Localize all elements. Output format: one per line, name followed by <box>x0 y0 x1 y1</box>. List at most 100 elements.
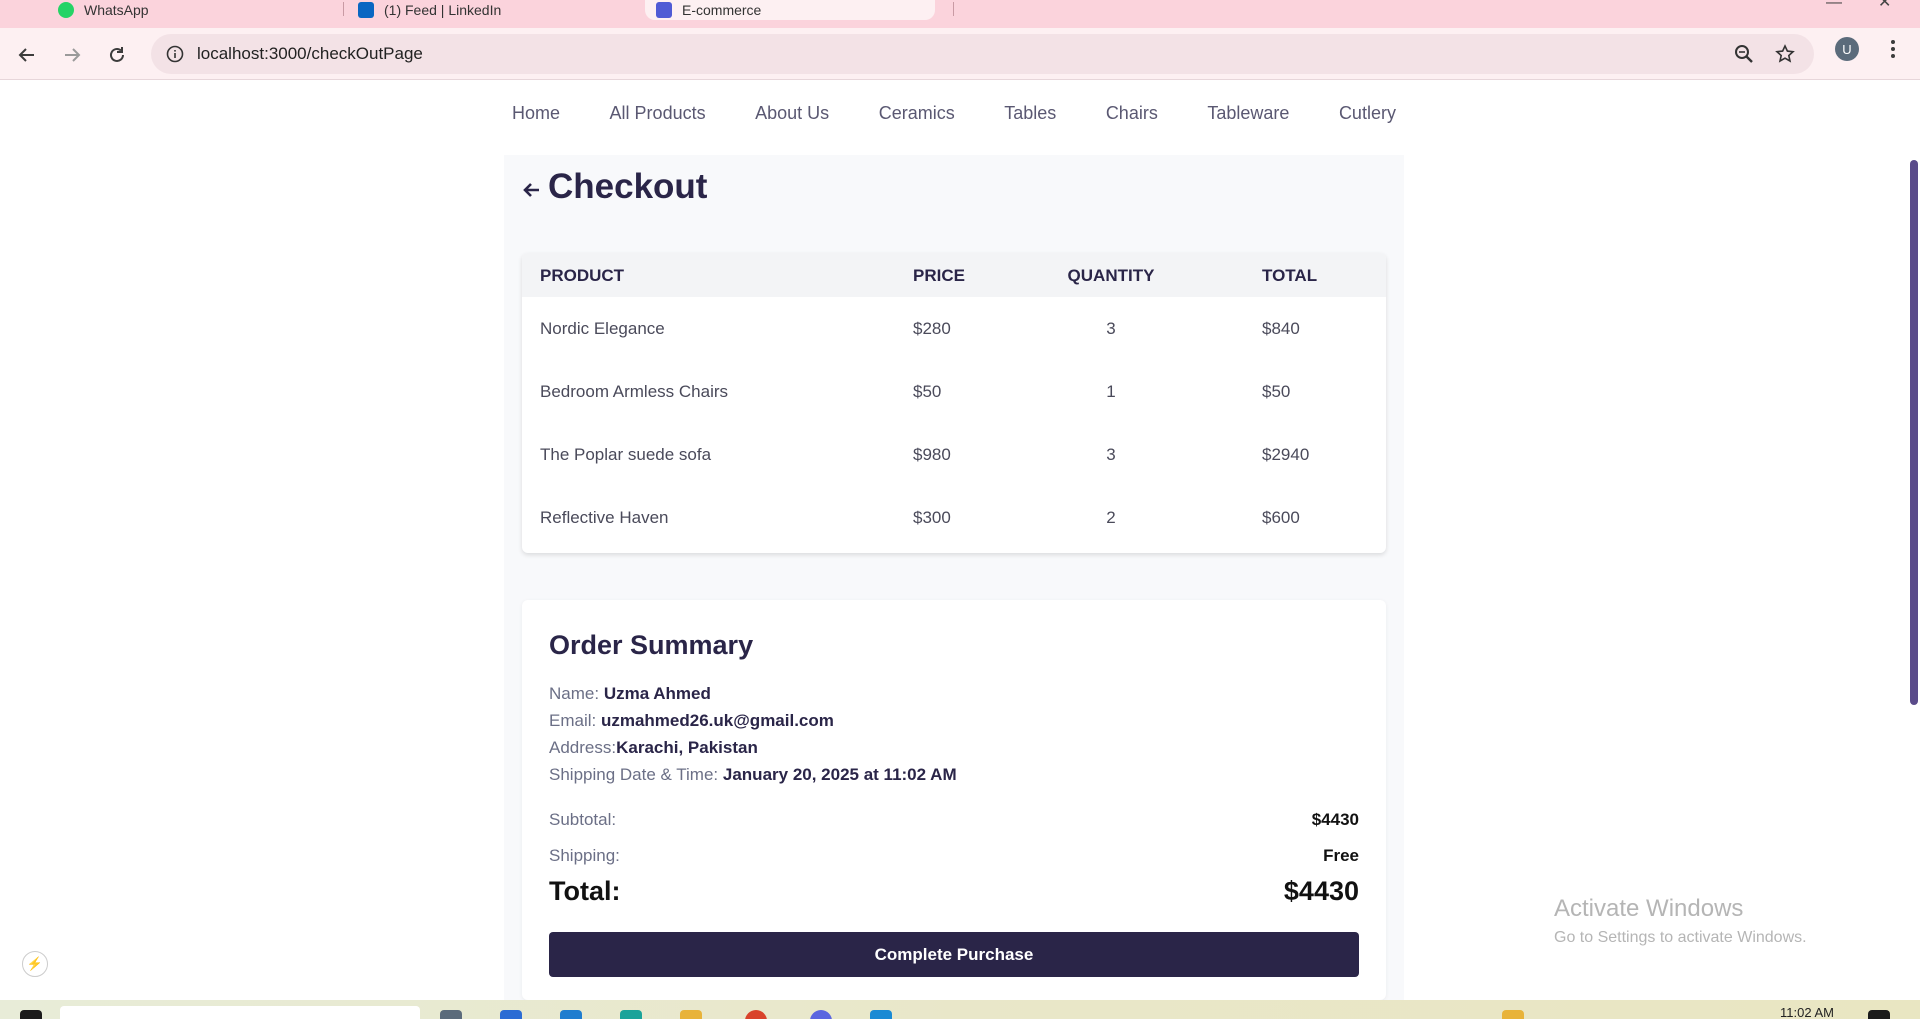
product-total: $50 <box>1262 382 1291 401</box>
taskbar-search-box[interactable] <box>60 1006 420 1019</box>
nav-tables[interactable]: Tables <box>1004 103 1056 124</box>
product-price: $280 <box>913 319 951 338</box>
tab-whatsapp[interactable]: WhatsApp <box>58 0 328 20</box>
product-total: $2940 <box>1262 445 1310 464</box>
watermark-subtitle: Go to Settings to activate Windows. <box>1554 929 1807 946</box>
shipping-label: Shipping: <box>549 846 620 865</box>
name-label: Name: <box>549 684 600 703</box>
shipping-date-time: Shipping Date & Time: January 20, 2025 a… <box>549 765 957 785</box>
product-price: $300 <box>913 508 951 527</box>
column-header-product: PRODUCT <box>540 266 625 285</box>
tab-label: E-commerce <box>682 2 762 18</box>
windows-start-icon[interactable] <box>20 1010 42 1019</box>
product-name: Nordic Elegance <box>540 319 665 338</box>
customer-address: Address:Karachi, Pakistan <box>549 738 758 758</box>
product-name: Bedroom Armless Chairs <box>540 382 729 401</box>
total-row: Total: $4430 <box>549 876 1359 907</box>
product-total: $840 <box>1262 319 1300 338</box>
product-price: $50 <box>913 382 942 401</box>
total-value: $4430 <box>1283 876 1359 906</box>
close-window-icon[interactable]: ✕ <box>1878 0 1891 11</box>
url-text[interactable]: localhost:3000/checkOutPage <box>197 44 423 64</box>
site-navigation: Home All Products About Us Ceramics Tabl… <box>512 103 1396 124</box>
complete-purchase-button[interactable]: Complete Purchase <box>549 932 1359 977</box>
tab-separator <box>343 2 344 16</box>
vscode-icon[interactable] <box>870 1010 892 1019</box>
address-bar[interactable]: localhost:3000/checkOutPage <box>151 34 1814 74</box>
page-scrollbar[interactable] <box>1906 80 1920 1000</box>
browser-toolbar: localhost:3000/checkOutPage <box>0 28 1920 80</box>
customer-email: Email: uzmahmed26.uk@gmail.com <box>549 711 834 731</box>
windows-taskbar: 11:02 AM <box>0 1000 1920 1019</box>
column-header-total: TOTAL <box>1262 266 1318 285</box>
file-explorer-icon[interactable] <box>680 1010 702 1019</box>
taskbar-clock: 11:02 AM <box>1780 1005 1834 1019</box>
email-value: uzmahmed26.uk@gmail.com <box>600 711 834 730</box>
reload-button[interactable] <box>102 40 132 70</box>
edge-icon[interactable] <box>500 1010 522 1019</box>
edge-browser-icon[interactable] <box>620 1010 642 1019</box>
product-quantity: 2 <box>1106 508 1116 527</box>
whatsapp-icon <box>58 2 74 18</box>
table-row: Nordic Elegance $280 3 $840 <box>522 297 1386 360</box>
email-label: Email: <box>549 711 597 730</box>
shipping-date-label: Shipping Date & Time: <box>549 765 719 784</box>
order-summary-card: Order Summary Name: Uzma Ahmed Email: uz… <box>522 600 1386 1000</box>
tab-ecommerce[interactable]: E-commerce <box>645 0 935 20</box>
bookmark-star-icon[interactable] <box>1771 40 1799 68</box>
forward-button[interactable] <box>57 40 87 70</box>
subtotal-value: $4430 <box>1311 810 1359 829</box>
minimize-icon[interactable]: — <box>1826 0 1842 11</box>
nav-cutlery[interactable]: Cutlery <box>1339 103 1396 124</box>
profile-avatar[interactable]: U <box>1835 37 1859 61</box>
zoom-icon[interactable] <box>1730 40 1758 68</box>
ecommerce-icon <box>656 2 672 18</box>
nav-about-us[interactable]: About Us <box>755 103 829 124</box>
store-icon[interactable] <box>560 1010 582 1019</box>
customer-name: Name: Uzma Ahmed <box>549 684 711 704</box>
chrome-icon[interactable] <box>745 1010 767 1019</box>
discord-icon[interactable] <box>810 1010 832 1019</box>
lightning-icon[interactable]: ⚡ <box>22 951 48 977</box>
back-button[interactable] <box>12 40 42 70</box>
table-header: PRODUCT PRICE QUANTITY TOTAL <box>522 253 1386 297</box>
product-name: The Poplar suede sofa <box>540 445 712 464</box>
page-title: Checkout <box>548 167 708 206</box>
tab-linkedin[interactable]: (1) Feed | LinkedIn <box>358 0 628 20</box>
notification-center-icon[interactable] <box>1868 1010 1890 1019</box>
watermark-title: Activate Windows <box>1554 895 1744 922</box>
checkout-panel: Checkout PRODUCT PRICE QUANTITY TOTAL No… <box>504 155 1404 1000</box>
address-value: Karachi, Pakistan <box>616 738 758 757</box>
back-arrow-icon <box>18 48 34 62</box>
nav-ceramics[interactable]: Ceramics <box>879 103 955 124</box>
nav-chairs[interactable]: Chairs <box>1106 103 1158 124</box>
table-row: Bedroom Armless Chairs $50 1 $50 <box>522 360 1386 423</box>
shipping-value: Free <box>1323 846 1359 865</box>
total-label: Total: <box>549 876 621 906</box>
product-price: $980 <box>913 445 951 464</box>
browser-tab-strip: WhatsApp (1) Feed | LinkedIn E-commerce … <box>0 0 1920 28</box>
column-header-quantity: QUANTITY <box>1067 266 1155 285</box>
activate-windows-watermark: Activate Windows Go to Settings to activ… <box>1554 895 1807 947</box>
page-viewport: Home All Products About Us Ceramics Tabl… <box>0 80 1920 1000</box>
nav-tableware[interactable]: Tableware <box>1207 103 1289 124</box>
shipping-date-value: January 20, 2025 at 11:02 AM <box>722 765 957 784</box>
table-row: Reflective Haven $300 2 $600 <box>522 486 1386 549</box>
column-header-price: PRICE <box>913 266 965 285</box>
product-quantity: 1 <box>1106 382 1116 401</box>
product-quantity: 3 <box>1106 319 1116 338</box>
scrollbar-thumb[interactable] <box>1910 160 1918 705</box>
kebab-menu-icon[interactable] <box>1883 37 1903 61</box>
subtotal-label: Subtotal: <box>549 810 617 829</box>
site-info-icon[interactable] <box>165 44 185 64</box>
tab-label: (1) Feed | LinkedIn <box>384 2 502 18</box>
subtotal-row: Subtotal: $4430 <box>549 810 1359 830</box>
nav-all-products[interactable]: All Products <box>610 103 706 124</box>
back-arrow-icon[interactable] <box>522 180 542 200</box>
address-label: Address: <box>549 738 617 757</box>
notification-icon[interactable] <box>1502 1010 1524 1019</box>
linkedin-icon <box>358 2 374 18</box>
task-view-icon[interactable] <box>440 1010 462 1019</box>
order-summary-title: Order Summary <box>549 630 754 660</box>
nav-home[interactable]: Home <box>512 103 560 124</box>
